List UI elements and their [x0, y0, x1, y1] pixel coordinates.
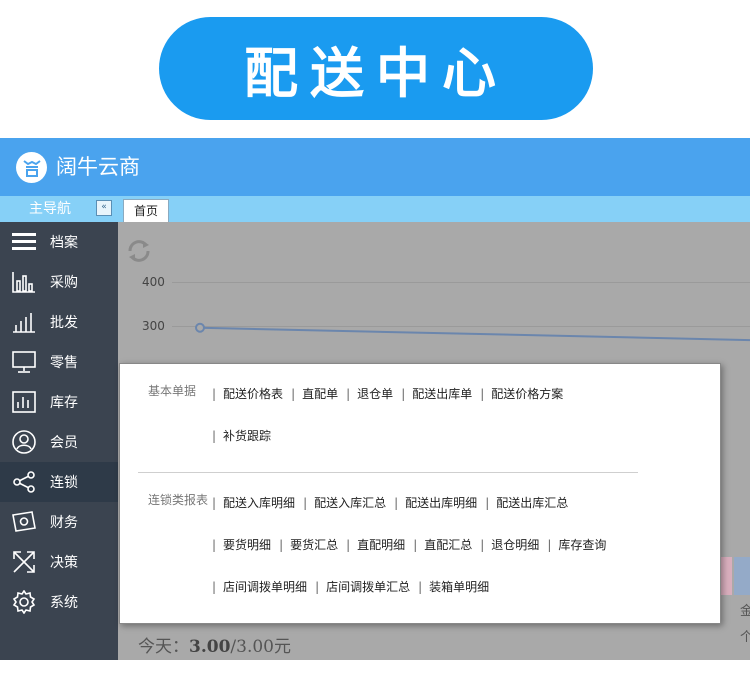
wholesale-chart-icon: [12, 310, 36, 334]
today-value: 3.00: [189, 637, 231, 657]
app-header: 阔牛云商: [0, 138, 750, 196]
section-label-basic-docs: 基本单据: [148, 384, 197, 398]
menu-row: | 店间调拨单明细 | 店间调拨单汇总 | 装箱单明细: [212, 578, 490, 595]
sidebar: 档案 采购 批发 零售 库存 会员 连锁 财务 决策 系统: [0, 222, 118, 660]
menu-link[interactable]: 配送价格方案: [491, 385, 563, 402]
menu-link[interactable]: 直配汇总: [424, 536, 472, 553]
menu-link[interactable]: 库存查询: [558, 536, 606, 553]
sidebar-item-purchase[interactable]: 采购: [0, 262, 118, 302]
menu-row: | 要货明细 | 要货汇总 | 直配明细 | 直配汇总 | 退仓明细 | 库存查询: [212, 536, 607, 553]
chain-submenu-popup: 基本单据 | 配送价格表 | 直配单 | 退仓单 | 配送出库单 | 配送价格方案 | 补货…: [119, 363, 721, 624]
section-divider: [138, 472, 638, 473]
sidebar-item-wholesale[interactable]: 批发: [0, 302, 118, 342]
sidebar-item-label: 库存: [50, 395, 78, 411]
tab-home[interactable]: 首页: [123, 199, 169, 223]
nav-title: 主导航: [29, 201, 71, 217]
edge-text: 金: [740, 604, 750, 619]
menu-link[interactable]: 要货汇总: [290, 536, 338, 553]
menu-link[interactable]: 配送入库明细: [223, 494, 295, 511]
series-line: [199, 326, 750, 342]
logo-icon: [16, 152, 47, 183]
menu-link[interactable]: 店间调拨单汇总: [326, 578, 410, 595]
sidebar-item-decision[interactable]: 决策: [0, 542, 118, 582]
user-icon: [12, 430, 36, 454]
sidebar-item-label: 档案: [50, 235, 78, 251]
menu-link[interactable]: 店间调拨单明细: [223, 578, 307, 595]
menu-row: | 补货跟踪: [212, 427, 272, 444]
sidebar-item-label: 采购: [50, 275, 78, 291]
menu-link[interactable]: 配送价格表: [223, 385, 283, 402]
menu-link[interactable]: 要货明细: [223, 536, 271, 553]
menu-link[interactable]: 装箱单明细: [429, 578, 489, 595]
tab-bar: 主导航 « 首页: [0, 196, 750, 223]
section-label-chain-reports: 连锁类报表: [148, 493, 209, 507]
sidebar-item-label: 连锁: [50, 475, 78, 491]
menu-link[interactable]: 配送出库汇总: [496, 494, 568, 511]
sidebar-item-label: 系统: [50, 595, 78, 611]
promo-banner: 配送中心: [159, 17, 593, 120]
money-icon: [12, 510, 36, 534]
sidebar-item-chain[interactable]: 连锁: [0, 462, 118, 502]
sidebar-item-member[interactable]: 会员: [0, 422, 118, 462]
sidebar-item-archive[interactable]: 档案: [0, 222, 118, 262]
menu-link[interactable]: 配送出库单: [412, 385, 472, 402]
bar-chart-icon: [12, 270, 36, 294]
menu-link[interactable]: 直配明细: [357, 536, 405, 553]
menu-link[interactable]: 配送出库明细: [405, 494, 477, 511]
sidebar-item-label: 批发: [50, 315, 78, 331]
menu-link[interactable]: 直配单: [302, 385, 338, 402]
app-title: 阔牛云商: [56, 155, 140, 179]
monitor-icon: [12, 350, 36, 374]
sidebar-item-label: 会员: [50, 435, 78, 451]
sidebar-item-label: 零售: [50, 355, 78, 371]
banner-title: 配送中心: [244, 42, 508, 105]
shuffle-icon: [12, 550, 36, 574]
menu-link[interactable]: 配送入库汇总: [314, 494, 386, 511]
menu-link[interactable]: 退仓单: [357, 385, 393, 402]
collapse-sidebar-button[interactable]: «: [96, 200, 112, 216]
archive-icon: [12, 230, 36, 254]
sidebar-item-inventory[interactable]: 库存: [0, 382, 118, 422]
today-label: 今天：: [138, 637, 189, 657]
gear-icon: [12, 590, 36, 614]
sidebar-item-finance[interactable]: 财务: [0, 502, 118, 542]
sidebar-item-system[interactable]: 系统: [0, 582, 118, 622]
inventory-icon: [12, 390, 36, 414]
share-icon: [12, 470, 36, 494]
data-point: [195, 322, 205, 333]
menu-row: | 配送价格表 | 直配单 | 退仓单 | 配送出库单 | 配送价格方案: [212, 385, 564, 402]
menu-row: | 配送入库明细 | 配送入库汇总 | 配送出库明细 | 配送出库汇总: [212, 494, 569, 511]
sidebar-item-label: 决策: [50, 555, 78, 571]
menu-link[interactable]: 退仓明细: [491, 536, 539, 553]
menu-link[interactable]: 补货跟踪: [223, 427, 271, 444]
chart-bar-segment: [734, 557, 750, 595]
sidebar-item-retail[interactable]: 零售: [0, 342, 118, 382]
edge-text: 个: [740, 630, 750, 645]
sidebar-item-label: 财务: [50, 515, 78, 531]
today-summary: 今天：3.00/3.00元: [138, 632, 291, 657]
today-rest: /3.00元: [230, 637, 291, 657]
